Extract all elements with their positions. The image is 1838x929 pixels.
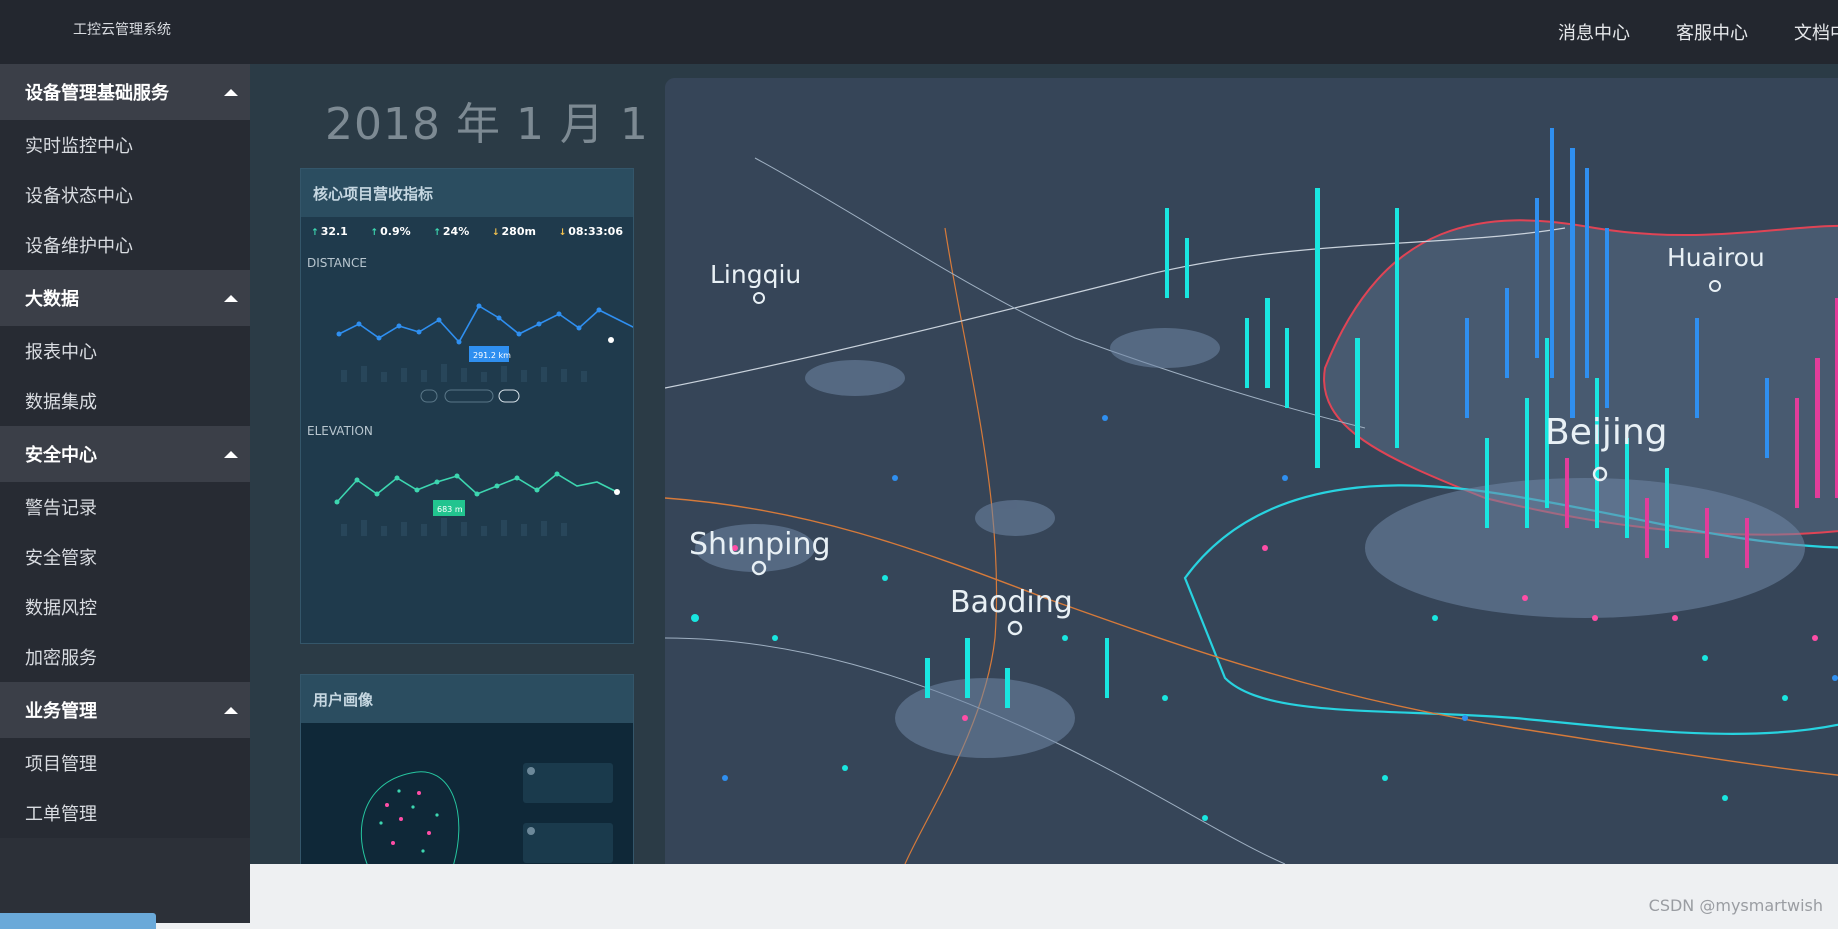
dashboard-date: 2018 年 1 月 1 日 bbox=[325, 99, 709, 150]
menu-item-data-risk-control[interactable]: 数据风控 bbox=[0, 582, 250, 632]
status-tag bbox=[0, 913, 156, 929]
sidebar: 设备管理基础服务 实时监控中心 设备状态中心 设备维护中心 大数据 报表中心 数… bbox=[0, 64, 250, 923]
kpi-value: ↓ 08:33:06 bbox=[558, 225, 623, 238]
nav-support-center[interactable]: 客服中心 bbox=[1676, 19, 1748, 45]
group-header-device[interactable]: 设备管理基础服务 bbox=[0, 64, 250, 120]
caret-up-icon bbox=[224, 294, 238, 302]
menu-item-realtime-monitor[interactable]: 实时监控中心 bbox=[0, 120, 250, 170]
kpi-value: ↓ 280m bbox=[491, 225, 536, 238]
caret-up-icon bbox=[224, 450, 238, 458]
map-svg: Lingqiu Shunping Baoding Beijing Huairou bbox=[665, 78, 1838, 864]
kpi-value: ↑ 32.1 bbox=[311, 225, 348, 238]
elevation-tag: 683 m bbox=[437, 505, 463, 514]
user-profile-graphic bbox=[301, 723, 633, 864]
nav-docs-center[interactable]: 文档中心 bbox=[1794, 19, 1838, 45]
brand-title: 工控云管理系统 bbox=[73, 22, 171, 38]
group-title: 设备管理基础服务 bbox=[25, 83, 169, 104]
map-visualization: Lingqiu Shunping Baoding Beijing Huairou bbox=[665, 78, 1838, 864]
top-bar: 工控云管理系统 消息中心 客服中心 文档中心 bbox=[0, 0, 1838, 64]
panel-title: 用户画像 bbox=[301, 675, 633, 723]
nav-message-center[interactable]: 消息中心 bbox=[1558, 19, 1630, 45]
menu-item-encryption-service[interactable]: 加密服务 bbox=[0, 632, 250, 682]
elevation-sparkline: 683 m bbox=[334, 471, 620, 536]
kpi-value: ↑ 0.9% bbox=[370, 225, 411, 238]
city-label-huairou: Huairou bbox=[1667, 243, 1765, 272]
caret-up-icon bbox=[224, 88, 238, 96]
menu-group-security: 安全中心 警告记录 安全管家 数据风控 加密服务 bbox=[0, 426, 250, 682]
menu-group-device: 设备管理基础服务 实时监控中心 设备状态中心 设备维护中心 bbox=[0, 64, 250, 270]
group-header-bigdata[interactable]: 大数据 bbox=[0, 270, 250, 326]
elevation-label: ELEVATION bbox=[307, 424, 373, 438]
user-profile-panel: 用户画像 bbox=[300, 674, 634, 864]
menu-item-project-management[interactable]: 项目管理 bbox=[0, 738, 250, 788]
group-header-security[interactable]: 安全中心 bbox=[0, 426, 250, 482]
distance-tag: 291.2 km bbox=[473, 351, 511, 360]
caret-up-icon bbox=[224, 706, 238, 714]
group-title: 大数据 bbox=[25, 289, 79, 310]
revenue-panel: 核心项目营收指标 ↑ 32.1 ↑ 0.9% ↑ 24% ↓ 280m ↓ 08:33:0… bbox=[300, 168, 660, 644]
kpi-row: ↑ 32.1 ↑ 0.9% ↑ 24% ↓ 280m ↓ 08:33:06 bbox=[301, 217, 633, 246]
menu-group-bigdata: 大数据 报表中心 数据集成 bbox=[0, 270, 250, 426]
menu-item-security-steward[interactable]: 安全管家 bbox=[0, 532, 250, 582]
kpi-value: ↑ 24% bbox=[433, 225, 470, 238]
top-nav: 消息中心 客服中心 文档中心 bbox=[1558, 0, 1838, 64]
city-label-lingqiu: Lingqiu bbox=[710, 260, 801, 289]
group-title: 安全中心 bbox=[25, 445, 97, 466]
watermark: CSDN @mysmartwish bbox=[1648, 896, 1823, 915]
dashboard-content: 2018 年 1 月 1 日 核心项目营收指标 ↑ 32.1 ↑ 0.9% ↑ 24%… bbox=[250, 64, 1838, 864]
menu-item-device-status[interactable]: 设备状态中心 bbox=[0, 170, 250, 220]
city-label-beijing: Beijing bbox=[1545, 412, 1668, 453]
city-label-shunping: Shunping bbox=[689, 527, 831, 562]
panel-title: 核心项目营收指标 bbox=[301, 169, 633, 217]
menu-group-business: 业务管理 项目管理 工单管理 bbox=[0, 682, 250, 838]
menu-item-device-maintenance[interactable]: 设备维护中心 bbox=[0, 220, 250, 270]
city-label-baoding: Baoding bbox=[950, 585, 1073, 620]
menu-item-alert-records[interactable]: 警告记录 bbox=[0, 482, 250, 532]
menu-item-report-center[interactable]: 报表中心 bbox=[0, 326, 250, 376]
content-bottom-area bbox=[250, 864, 1838, 923]
menu-item-data-integration[interactable]: 数据集成 bbox=[0, 376, 250, 426]
menu-item-ticket-management[interactable]: 工单管理 bbox=[0, 788, 250, 838]
group-header-business[interactable]: 业务管理 bbox=[0, 682, 250, 738]
distance-sparkline: 291.2 km bbox=[336, 303, 660, 403]
distance-label: DISTANCE bbox=[307, 256, 367, 270]
group-title: 业务管理 bbox=[25, 701, 97, 722]
